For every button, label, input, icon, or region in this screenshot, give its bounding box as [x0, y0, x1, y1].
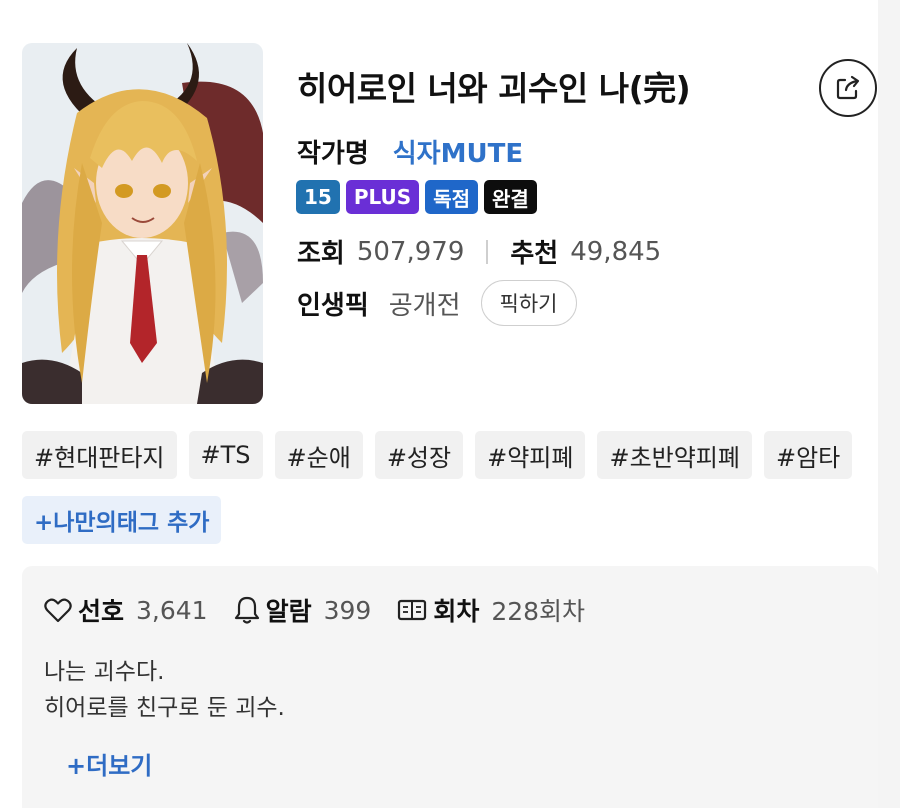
more-button[interactable]: +더보기: [66, 746, 152, 781]
episode-label: 회차: [433, 597, 480, 626]
cover-illustration: [22, 43, 263, 404]
life-pick-row: 인생픽 공개전 픽하기: [297, 280, 577, 326]
tag-list: #현대판타지 #TS #순애 #성장 #약피폐 #초반약피폐 #암타: [22, 431, 853, 479]
add-my-tag-button[interactable]: +나만의태그 추가: [22, 496, 222, 544]
synopsis-line: 히어로를 친구로 둔 괴수.: [44, 695, 285, 721]
views-count: 507,979: [356, 236, 465, 267]
tag-chip[interactable]: #암타: [763, 431, 853, 479]
views-label: 조회: [297, 239, 345, 269]
episode-count: 228회차: [491, 597, 586, 626]
author-link[interactable]: 식자MUTE: [393, 133, 523, 170]
info-panel: 선호 3,641 알람 399 회차 228회차 나는 괴수다. 히어로를 친구…: [22, 566, 878, 808]
tag-chip[interactable]: #순애: [274, 431, 363, 479]
alarm-button[interactable]: 알람 399: [234, 592, 372, 628]
tag-chip[interactable]: #성장: [374, 431, 464, 479]
pick-button[interactable]: 픽하기: [480, 280, 577, 326]
author-label: 작가명: [297, 139, 369, 169]
share-button[interactable]: [819, 59, 877, 117]
heart-icon: [44, 597, 72, 623]
like-count: 3,641: [136, 595, 208, 625]
stats-divider: [486, 239, 489, 264]
novel-title: 히어로인 너와 괴수인 나(完): [297, 69, 691, 108]
age-rating-badge: 15: [296, 180, 340, 214]
like-label: 선호: [78, 597, 125, 626]
badge-row: 15 PLUS 독점 완결: [296, 180, 537, 214]
plus-badge: PLUS: [345, 180, 420, 214]
bell-icon: [234, 595, 260, 625]
alarm-label: 알람: [265, 597, 312, 626]
tag-chip[interactable]: #약피폐: [475, 431, 586, 479]
book-icon: [397, 598, 427, 622]
recommend-count: 49,845: [570, 236, 662, 267]
synopsis: 나는 괴수다. 히어로를 친구로 둔 괴수.: [44, 654, 285, 726]
scroll-edge: [878, 0, 900, 808]
tag-chip[interactable]: #TS: [188, 431, 263, 479]
life-pick-label: 인생픽: [297, 290, 369, 321]
info-stats-row: 선호 3,641 알람 399 회차 228회차: [44, 592, 611, 628]
like-button[interactable]: 선호 3,641: [44, 592, 208, 628]
recommend-label: 추천: [510, 239, 559, 269]
author-row: 작가명 식자MUTE: [297, 133, 523, 170]
completed-badge: 완결: [484, 180, 537, 214]
tag-chip[interactable]: #초반약피폐: [597, 431, 752, 479]
episode-info[interactable]: 회차 228회차: [397, 592, 585, 628]
synopsis-line: 나는 괴수다.: [44, 659, 165, 685]
tag-chip[interactable]: #현대판타지: [22, 431, 177, 479]
alarm-count: 399: [323, 595, 372, 625]
share-icon: [836, 75, 860, 100]
life-pick-status: 공개전: [388, 290, 461, 321]
exclusive-badge: 독점: [425, 180, 478, 214]
cover-image[interactable]: [22, 43, 263, 404]
stats-row: 조회 507,979 추천 49,845: [297, 233, 661, 270]
